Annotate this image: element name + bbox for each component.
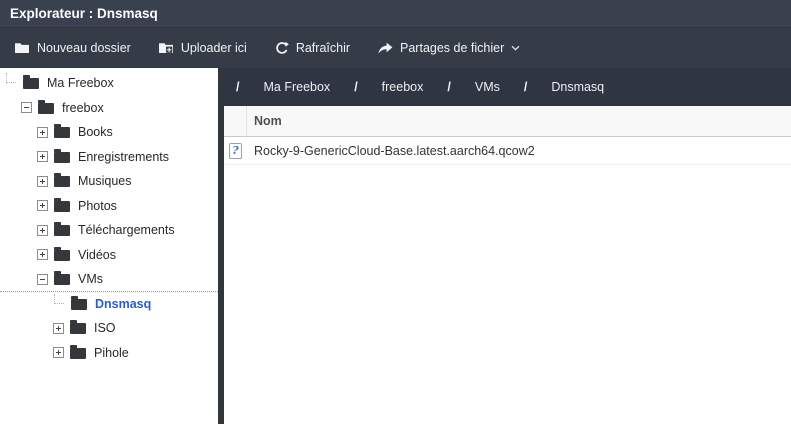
tree-item-label: Téléchargements (78, 223, 175, 238)
unknown-file-icon (229, 142, 242, 159)
expand-expander-icon[interactable] (53, 347, 64, 359)
expand-expander-icon[interactable] (37, 224, 48, 236)
breadcrumb-ma-freebox[interactable]: Ma Freebox (263, 80, 330, 94)
tree-item-vms[interactable]: VMs (0, 267, 218, 292)
tree-item-enregistrements[interactable]: Enregistrements (0, 145, 218, 170)
folder-icon (54, 246, 70, 261)
collapse-expander-icon[interactable] (37, 273, 48, 285)
folder-icon (54, 271, 70, 286)
tree-item-label: Ma Freebox (47, 76, 114, 91)
breadcrumb-separator: / (447, 80, 451, 94)
new-folder-label: Nouveau dossier (37, 41, 131, 55)
tree-elbow-guide (6, 73, 16, 84)
file-row[interactable]: Rocky-9-GenericCloud-Base.latest.aarch64… (224, 137, 791, 165)
refresh-icon (274, 41, 289, 56)
refresh-button[interactable]: Rafraîchir (274, 41, 350, 56)
file-name: Rocky-9-GenericCloud-Base.latest.aarch64… (254, 143, 535, 158)
expand-expander-icon[interactable] (37, 126, 48, 138)
folder-icon (70, 320, 86, 335)
folder-icon (54, 197, 70, 212)
breadcrumb-separator: / (354, 80, 358, 94)
collapse-expander-icon[interactable] (21, 102, 32, 114)
tree-item-iso[interactable]: ISO (0, 316, 218, 341)
tree-item-label: ISO (94, 321, 116, 336)
upload-here-button[interactable]: Uploader ici (158, 41, 247, 55)
file-shares-label: Partages de fichier (400, 41, 505, 55)
folder-icon (54, 124, 70, 139)
folder-plus-icon (158, 41, 174, 55)
tree-item-label: Pihole (94, 345, 129, 360)
tree-item-telechargements[interactable]: Téléchargements (0, 218, 218, 243)
breadcrumb: / Ma Freebox / freebox / VMs / Dnsmasq (224, 68, 791, 106)
name-column-header[interactable]: Nom (247, 106, 791, 136)
share-icon (377, 42, 393, 55)
folder-icon (14, 41, 30, 55)
upload-here-label: Uploader ici (180, 41, 247, 55)
tree-item-label: VMs (78, 272, 103, 287)
folder-icon (71, 295, 87, 310)
tree-item-ma-freebox[interactable]: Ma Freebox (0, 71, 218, 96)
file-icon-cell (224, 142, 247, 159)
breadcrumb-dnsmasq[interactable]: Dnsmasq (551, 80, 604, 94)
breadcrumb-freebox[interactable]: freebox (382, 80, 424, 94)
new-folder-button[interactable]: Nouveau dossier (14, 41, 131, 55)
tree-item-label: Dnsmasq (95, 296, 152, 311)
folder-icon (54, 148, 70, 163)
tree-item-dnsmasq[interactable]: Dnsmasq (0, 292, 218, 317)
tree-item-label: Enregistrements (78, 149, 170, 164)
folder-icon (23, 75, 39, 90)
breadcrumb-separator: / (236, 80, 240, 94)
refresh-label: Rafraîchir (295, 41, 351, 55)
tree-item-label: Books (78, 125, 113, 140)
window-title: Explorateur : Dnsmasq (0, 0, 791, 27)
tree-item-photos[interactable]: Photos (0, 194, 218, 219)
expand-expander-icon[interactable] (37, 175, 48, 187)
tree-item-label: Vidéos (78, 247, 116, 262)
tree-dotted-guide-line (0, 291, 218, 292)
tree-elbow-guide (54, 293, 64, 304)
toolbar: Nouveau dossier Uploader ici Rafraîchir (0, 27, 791, 68)
folder-tree: Ma Freebox freebox Books Enregistrements (0, 68, 218, 427)
tree-item-pihole[interactable]: Pihole (0, 341, 218, 366)
tree-item-label: Musiques (78, 174, 132, 189)
chevron-down-icon (511, 45, 520, 51)
list-header: Nom (224, 106, 791, 137)
folder-icon (54, 173, 70, 188)
tree-item-musiques[interactable]: Musiques (0, 169, 218, 194)
tree-item-label: Photos (78, 198, 117, 213)
expand-expander-icon[interactable] (37, 200, 48, 212)
folder-icon (70, 344, 86, 359)
expand-expander-icon[interactable] (37, 151, 48, 163)
file-shares-button[interactable]: Partages de fichier (377, 41, 520, 55)
tree-item-books[interactable]: Books (0, 120, 218, 145)
folder-icon (54, 222, 70, 237)
icon-column-header (224, 106, 247, 136)
breadcrumb-separator: / (523, 80, 528, 94)
explorer-window: Explorateur : Dnsmasq Nouveau dossier Up… (0, 0, 791, 427)
breadcrumb-vms[interactable]: VMs (475, 80, 500, 94)
tree-item-label: freebox (62, 100, 104, 115)
folder-tree-panel: Ma Freebox freebox Books Enregistrements (0, 68, 218, 427)
file-list-panel: / Ma Freebox / freebox / VMs / Dnsmasq N… (224, 68, 791, 427)
expand-expander-icon[interactable] (53, 322, 64, 334)
expand-expander-icon[interactable] (37, 249, 48, 261)
folder-icon (38, 99, 54, 114)
tree-item-freebox[interactable]: freebox (0, 96, 218, 121)
tree-item-videos[interactable]: Vidéos (0, 243, 218, 268)
